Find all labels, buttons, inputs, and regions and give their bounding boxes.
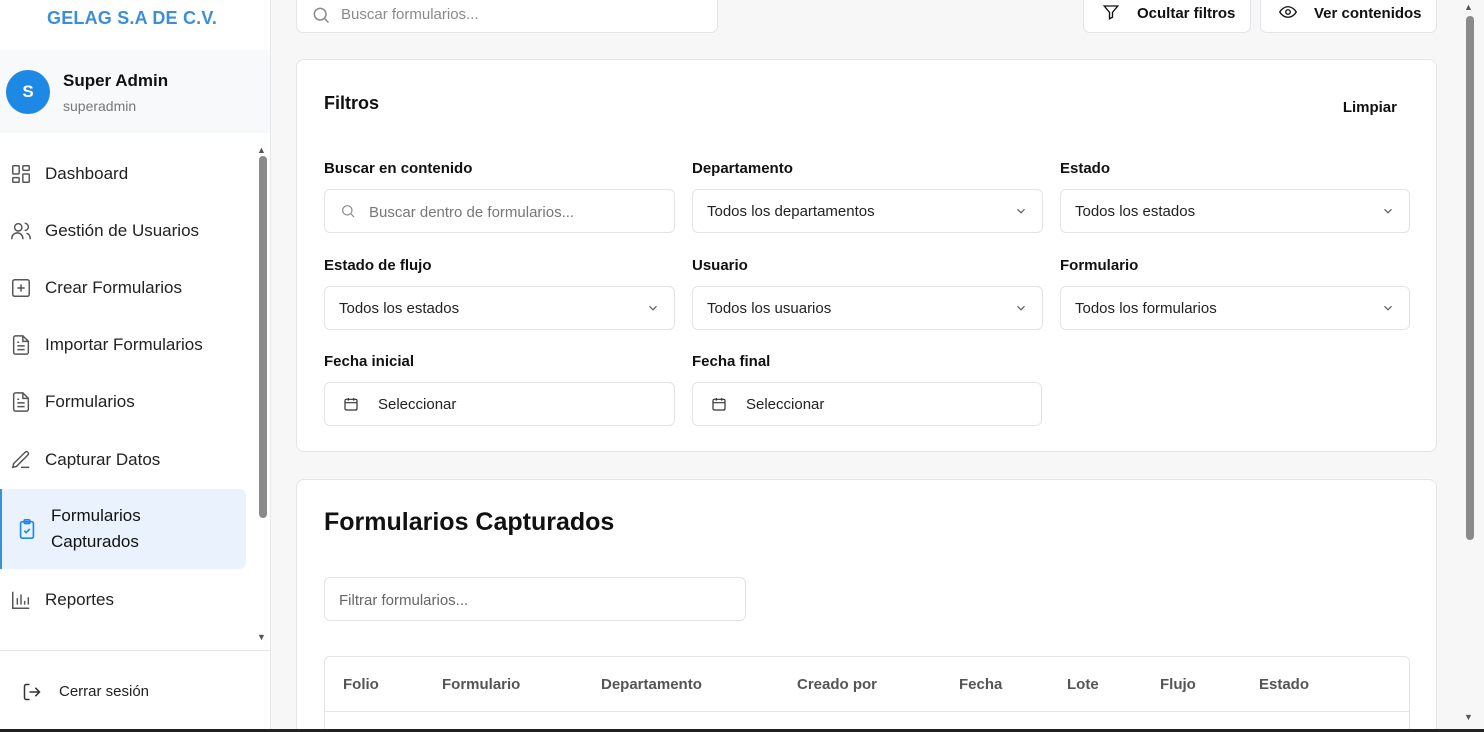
view-contents-label: Ver contenidos xyxy=(1314,5,1422,22)
main-scrollbar-thumb[interactable] xyxy=(1466,16,1474,540)
start-date-label: Fecha inicial xyxy=(324,353,415,370)
sidebar-item-captured-forms[interactable]: Formularios Capturados xyxy=(0,489,246,569)
chevron-down-icon xyxy=(1384,305,1392,311)
state-label: Estado xyxy=(1060,160,1111,177)
sidebar-item-label: Importar Formularios xyxy=(45,335,203,354)
brand-name: GELAG S.A DE C.V. xyxy=(47,8,218,28)
eye-icon xyxy=(1279,6,1297,18)
search-icon xyxy=(313,7,330,24)
content-search-label: Buscar en contenido xyxy=(324,160,473,177)
sidebar-item-label: Gestión de Usuarios xyxy=(45,221,200,240)
department-label: Departamento xyxy=(692,160,793,177)
hide-filters-label: Ocultar filtros xyxy=(1137,5,1236,22)
flow-state-label: Estado de flujo xyxy=(324,257,432,274)
user-name: Super Admin xyxy=(63,71,169,90)
logout-button[interactable]: Cerrar sesión xyxy=(0,650,270,732)
filters-card: Filtros Limpiar Buscar en contenido Depa… xyxy=(296,59,1437,452)
hide-filters-button[interactable]: Ocultar filtros xyxy=(1083,0,1251,33)
column-header-form[interactable]: Formulario xyxy=(442,676,520,693)
bar-chart-icon xyxy=(12,591,30,609)
search-icon xyxy=(342,205,355,218)
user-label: Usuario xyxy=(692,257,748,274)
filters-title: Filtros xyxy=(324,93,380,113)
form-label: Formulario xyxy=(1060,257,1139,274)
scroll-down-icon[interactable]: ▼ xyxy=(1464,712,1473,722)
sidebar: GELAG S.A DE C.V. S Super Admin superadm… xyxy=(0,0,271,732)
user-handle: superadmin xyxy=(63,98,137,114)
avatar: S xyxy=(6,70,50,114)
chevron-down-icon xyxy=(1017,305,1025,311)
column-header-department[interactable]: Departamento xyxy=(601,676,702,693)
view-contents-button[interactable]: Ver contenidos xyxy=(1260,0,1437,33)
column-header-created-by[interactable]: Creado por xyxy=(797,676,877,693)
sidebar-item-label: Formularios Capturados xyxy=(51,506,141,551)
user-value: Todos los usuarios xyxy=(707,300,832,317)
start-date-picker[interactable]: Seleccionar xyxy=(324,382,675,426)
end-date-label: Fecha final xyxy=(692,353,771,370)
sidebar-item-users[interactable]: Gestión de Usuarios xyxy=(0,211,246,251)
plus-square-icon xyxy=(12,279,30,297)
sidebar-scrollbar-thumb[interactable] xyxy=(259,156,267,518)
form-select[interactable]: Todos los formularios xyxy=(1060,286,1410,330)
clear-filters-button[interactable]: Limpiar xyxy=(1343,99,1397,116)
department-value: Todos los departamentos xyxy=(707,203,875,220)
document-icon xyxy=(12,392,30,412)
column-header-flow[interactable]: Flujo xyxy=(1160,676,1196,693)
document-icon xyxy=(12,335,30,355)
flow-state-select[interactable]: Todos los estados xyxy=(324,286,675,330)
start-date-value: Seleccionar xyxy=(378,396,457,413)
users-icon xyxy=(11,222,31,240)
calendar-icon xyxy=(712,398,726,411)
global-search[interactable] xyxy=(296,0,718,33)
sidebar-item-label: Capturar Datos xyxy=(45,450,161,469)
form-value: Todos los formularios xyxy=(1075,300,1217,317)
user-select[interactable]: Todos los usuarios xyxy=(692,286,1043,330)
sidebar-item-create-forms[interactable]: Crear Formularios xyxy=(0,268,246,308)
end-date-picker[interactable]: Seleccionar xyxy=(692,382,1042,426)
search-input[interactable] xyxy=(341,3,701,25)
sidebar-item-capture-data[interactable]: Capturar Datos xyxy=(0,440,246,480)
logout-label: Cerrar sesión xyxy=(59,683,150,700)
pencil-icon xyxy=(11,450,30,469)
sidebar-nav: Dashboard Gestión de Usuarios Crear Form… xyxy=(0,145,256,650)
dashboard-icon xyxy=(12,165,30,183)
filter-icon xyxy=(1102,5,1120,20)
table-header: Folio Formulario Departamento Creado por… xyxy=(325,657,1409,712)
filter-forms-input[interactable] xyxy=(339,590,729,610)
sidebar-item-forms[interactable]: Formularios xyxy=(0,382,246,422)
chevron-down-icon xyxy=(1017,208,1025,214)
department-select[interactable]: Todos los departamentos xyxy=(692,189,1043,233)
state-select[interactable]: Todos los estados xyxy=(1060,189,1410,233)
filter-forms-field[interactable] xyxy=(324,577,746,621)
clipboard-check-icon xyxy=(19,519,35,539)
chevron-down-icon xyxy=(1384,208,1392,214)
user-card: S Super Admin superadmin xyxy=(0,50,270,133)
flow-state-value: Todos los estados xyxy=(339,300,460,317)
sidebar-item-dashboard[interactable]: Dashboard xyxy=(0,154,246,194)
chevron-down-icon xyxy=(649,305,657,311)
sidebar-item-label: Formularios xyxy=(45,392,135,411)
captured-forms-title: Formularios Capturados xyxy=(324,508,615,536)
calendar-icon xyxy=(344,398,358,411)
column-header-date[interactable]: Fecha xyxy=(959,676,1002,693)
sidebar-item-label: Crear Formularios xyxy=(45,278,182,297)
sidebar-item-label: Reportes xyxy=(45,590,114,609)
scroll-up-icon[interactable]: ▲ xyxy=(257,145,266,155)
captured-forms-table: Folio Formulario Departamento Creado por… xyxy=(324,656,1410,732)
captured-forms-card: Formularios Capturados Folio Formulario … xyxy=(296,479,1437,732)
logout-icon xyxy=(23,683,41,701)
content-search-field[interactable] xyxy=(324,189,675,233)
end-date-value: Seleccionar xyxy=(746,396,825,413)
column-header-folio[interactable]: Folio xyxy=(343,676,379,693)
sidebar-item-reports[interactable]: Reportes xyxy=(0,580,246,620)
scroll-down-icon[interactable]: ▼ xyxy=(257,632,266,642)
content-search-input[interactable] xyxy=(369,202,659,222)
sidebar-item-import-forms[interactable]: Importar Formularios xyxy=(0,325,246,365)
sidebar-item-label: Dashboard xyxy=(45,164,129,183)
column-header-batch[interactable]: Lote xyxy=(1067,676,1099,693)
column-header-state[interactable]: Estado xyxy=(1259,676,1309,693)
scroll-up-icon[interactable]: ▲ xyxy=(1464,2,1473,12)
state-value: Todos los estados xyxy=(1075,203,1196,220)
